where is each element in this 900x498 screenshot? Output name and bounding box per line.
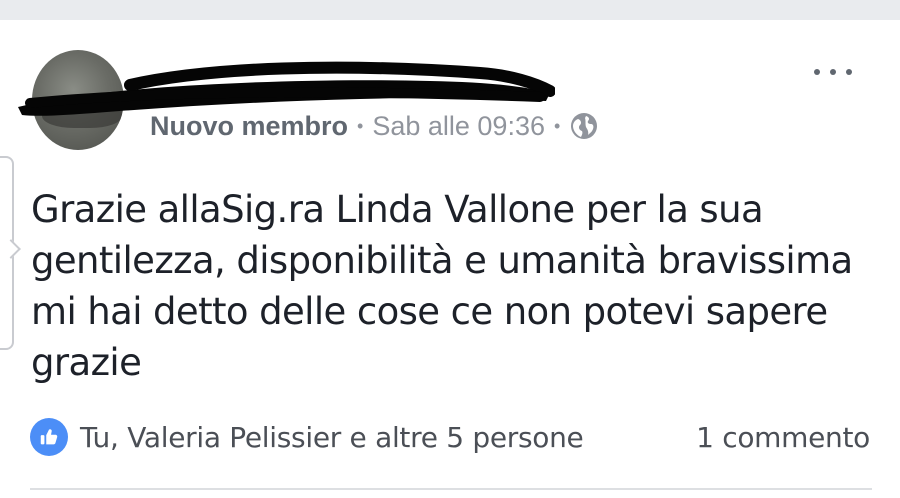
side-drawer-handle[interactable] xyxy=(0,156,14,350)
member-role: Nuovo membro xyxy=(150,110,349,141)
reactions-summary[interactable]: Tu, Valeria Pelissier e altre 5 persone xyxy=(30,418,584,456)
divider xyxy=(30,488,872,490)
post-meta: Nuovo membro • Sab alle 09:36 • xyxy=(150,108,599,144)
post-body: Grazie allaSig.ra Linda Vallone per la s… xyxy=(31,188,853,384)
meta-separator: • xyxy=(357,115,364,136)
post-footer: Tu, Valeria Pelissier e altre 5 persone … xyxy=(30,415,870,459)
more-dot xyxy=(846,69,852,75)
more-dot xyxy=(814,69,820,75)
feed-background-strip xyxy=(0,0,900,20)
reactions-text: Tu, Valeria Pelissier e altre 5 persone xyxy=(80,420,584,454)
globe-icon[interactable] xyxy=(569,111,599,141)
post-timestamp[interactable]: Sab alle 09:36 xyxy=(372,111,545,142)
more-dot xyxy=(830,69,836,75)
comments-count[interactable]: 1 commento xyxy=(696,421,870,454)
post-card: Nuovo membro • Sab alle 09:36 • Grazie a… xyxy=(0,20,900,498)
more-options-icon[interactable] xyxy=(812,58,854,86)
meta-separator: • xyxy=(553,115,561,136)
like-icon xyxy=(30,418,68,456)
